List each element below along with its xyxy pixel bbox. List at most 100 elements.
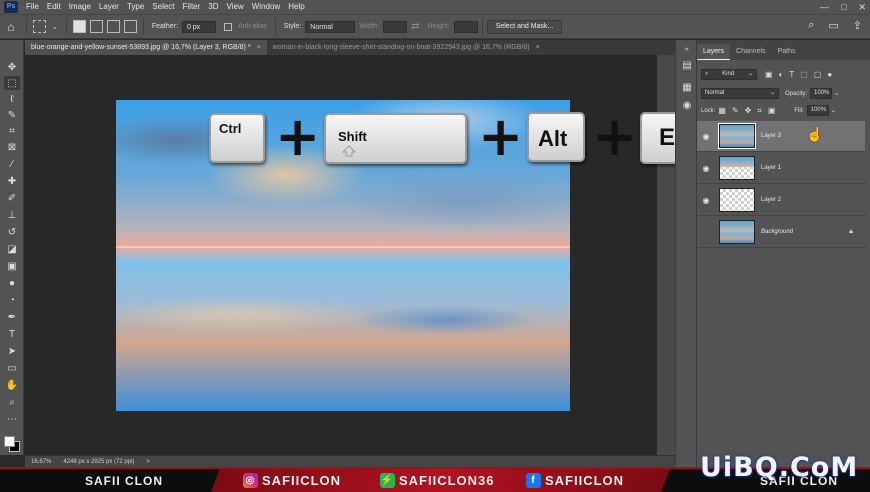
chevron-down-icon[interactable]: ⌄ (52, 23, 58, 31)
tab-paths[interactable]: Paths (772, 44, 802, 60)
adjustments-icon[interactable]: ◉ (680, 98, 694, 112)
antialias-checkbox[interactable] (223, 22, 232, 31)
tab-layers[interactable]: Layers (697, 44, 731, 60)
lock-artboard-icon[interactable]: ⌗ (757, 106, 762, 116)
height-input[interactable] (453, 20, 478, 33)
history-icon[interactable]: ▤ (680, 58, 694, 72)
close-icon[interactable]: × (536, 44, 540, 51)
kind-filter-select[interactable]: ⌕ Kind ⌄ (701, 69, 757, 80)
menu-filter[interactable]: Filter (179, 0, 205, 14)
properties-icon[interactable]: ▦ (680, 80, 694, 94)
brush-icon[interactable]: ✐ (4, 191, 20, 205)
search-icon: ⌕ (705, 71, 709, 77)
style-select[interactable]: Normal (305, 20, 356, 33)
feather-label: Feather: (151, 23, 178, 30)
crop-icon[interactable]: ⌗ (4, 124, 20, 138)
workspace-icon[interactable]: ▭ (828, 19, 838, 32)
minimize-button[interactable]: — (820, 0, 829, 14)
instagram-handle[interactable]: ◎ SAFIICLON (243, 473, 341, 488)
layer-row-layer-1[interactable]: ◉ Layer 1 (697, 153, 865, 184)
select-and-mask-button[interactable]: Select and Mask... (486, 19, 563, 34)
chevron-down-icon[interactable]: ⌄ (834, 90, 839, 97)
menu-help[interactable]: Help (284, 0, 308, 14)
layer-row-layer-2[interactable]: ◉ Layer 2 (697, 185, 865, 216)
shape-filter-icon[interactable]: ⬚ (800, 70, 808, 79)
marquee-icon[interactable]: ⬚ (4, 76, 20, 90)
more-icon[interactable]: ⋯ (4, 412, 20, 426)
lasso-icon[interactable]: ℓ (4, 92, 20, 106)
smart-object-filter-icon[interactable]: ▢ (814, 70, 822, 79)
layer-row-background[interactable]: ▫ Background 🔒︎ (697, 217, 865, 248)
document-tabs: blue-orange-and-yellow-sunset-53893.jpg … (25, 40, 675, 55)
menu-image[interactable]: Image (65, 0, 95, 14)
home-icon[interactable]: ⌂ (0, 14, 22, 39)
eraser-icon[interactable]: ◪ (4, 242, 20, 256)
menu-edit[interactable]: Edit (43, 0, 65, 14)
quick-select-icon[interactable]: ✎ (4, 108, 20, 122)
add-selection-icon[interactable] (89, 20, 103, 33)
intersect-selection-icon[interactable] (123, 20, 137, 33)
filter-row: ⌕ Kind ⌄ ▣ ◐ T ⬚ ▢ ● (697, 69, 870, 80)
new-selection-icon[interactable] (72, 20, 86, 33)
facebook-handle[interactable]: f SAFIICLON (526, 473, 624, 488)
visibility-eye-icon[interactable]: ◉ (697, 196, 715, 205)
fill-input[interactable]: 100% (806, 105, 829, 116)
move-icon[interactable]: ✥ (4, 60, 20, 74)
swap-icon[interactable]: ⇄ (411, 21, 419, 32)
eyedropper-icon[interactable]: ⁄ (4, 157, 20, 171)
gradient-icon[interactable]: ▣ (4, 259, 20, 273)
tab-sunset-document[interactable]: blue-orange-and-yellow-sunset-53893.jpg … (25, 40, 267, 55)
close-button[interactable]: ✕ (858, 0, 866, 14)
healing-icon[interactable]: ✚ (4, 174, 20, 188)
visibility-eye-icon[interactable]: ◉ (697, 132, 715, 141)
visibility-toggle-empty[interactable]: ▫ (697, 228, 715, 237)
menu-3d[interactable]: 3D (204, 0, 222, 14)
visibility-eye-icon[interactable]: ◉ (697, 164, 715, 173)
path-select-icon[interactable]: ➤ (4, 344, 20, 358)
foreground-color-swatch[interactable] (4, 436, 15, 447)
key-ctrl: Ctrl (209, 113, 265, 163)
zoom-level[interactable]: 16,67% (25, 459, 57, 465)
width-input[interactable] (383, 20, 408, 33)
feather-input[interactable]: 0 px (181, 20, 216, 33)
lock-pixels-icon[interactable]: ✎ (732, 106, 739, 115)
lock-position-icon[interactable]: ✥ (745, 106, 752, 115)
adjustment-filter-icon[interactable]: ◐ (779, 70, 784, 79)
history-brush-icon[interactable]: ↺ (4, 225, 20, 239)
tab-woman-document[interactable]: woman-in-black-long-sleeve-shirt-standin… (267, 40, 546, 55)
lock-all-icon[interactable]: ▣ (768, 106, 776, 115)
menu-type[interactable]: Type (123, 0, 148, 14)
menu-layer[interactable]: Layer (95, 0, 123, 14)
close-icon[interactable]: × (257, 44, 261, 51)
menu-select[interactable]: Select (148, 0, 178, 14)
type-icon[interactable]: T (4, 327, 20, 341)
rectangle-icon[interactable]: ▭ (4, 361, 20, 375)
zoom-icon[interactable]: ⌕ (4, 395, 20, 409)
frame-icon[interactable]: ⊠ (4, 140, 20, 154)
dodge-icon[interactable]: ◔ (4, 293, 20, 307)
lock-transparency-icon[interactable]: ▦ (718, 106, 726, 115)
maximize-button[interactable]: □ (841, 0, 846, 14)
status-menu-arrow[interactable]: > (140, 459, 156, 465)
image-filter-icon[interactable]: ▣ (765, 70, 773, 79)
menu-file[interactable]: File (22, 0, 43, 14)
second-social-handle[interactable]: ⚡ SAFIICLON36 (380, 473, 495, 488)
blend-mode-select[interactable]: Normal ⌄ (701, 88, 779, 99)
type-filter-icon[interactable]: T (789, 70, 794, 79)
layer-row-layer-3[interactable]: ◉ Layer 3 (697, 121, 865, 152)
blur-icon[interactable]: ● (4, 276, 20, 290)
search-icon[interactable]: ⌕ (808, 19, 814, 32)
marquee-preset-icon[interactable] (33, 20, 46, 33)
hand-icon[interactable]: ✋ (4, 378, 20, 392)
menu-view[interactable]: View (223, 0, 248, 14)
tab-channels[interactable]: Channels (730, 44, 772, 60)
chevron-down-icon[interactable]: ⌄ (831, 107, 836, 114)
subtract-selection-icon[interactable] (106, 20, 120, 33)
filter-toggle-icon[interactable]: ● (827, 70, 832, 79)
share-icon[interactable]: ⇪ (853, 19, 862, 32)
opacity-input[interactable]: 100% (810, 88, 833, 99)
stamp-icon[interactable]: ⊥ (4, 208, 20, 222)
menu-window[interactable]: Window (248, 0, 284, 14)
pen-icon[interactable]: ✒ (4, 310, 20, 324)
collapse-icon[interactable]: « (680, 42, 694, 56)
